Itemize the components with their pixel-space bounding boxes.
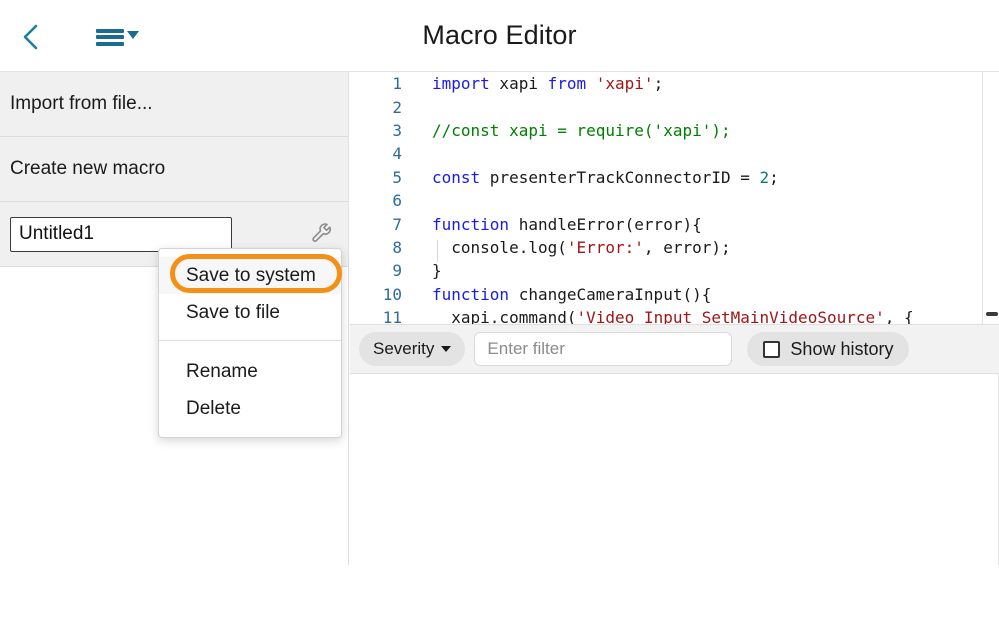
severity-dropdown[interactable]: Severity [359, 332, 466, 366]
sidebar-item-label: Create new macro [10, 158, 166, 179]
line-number: 10 [382, 284, 402, 304]
code-text: function changeCameraInput(){ [432, 284, 712, 304]
macro-name-input[interactable] [10, 216, 232, 252]
filter-input[interactable] [474, 332, 733, 366]
code-text: console.log('Error:', error); [432, 237, 731, 257]
show-history-toggle[interactable]: Show history [747, 332, 910, 366]
sidebar-item-label: Import from file... [10, 93, 153, 114]
code-text: const presenterTrackConnectorID = 2; [432, 167, 779, 187]
code-line: 2 [350, 95, 982, 118]
code-line: 4 [350, 142, 982, 165]
code-text: xapi.command('Video Input SetMainVideoSo… [432, 308, 914, 325]
editor-right-divider [982, 72, 983, 325]
show-history-label: Show history [790, 338, 894, 359]
code-line: 10 function changeCameraInput(){ [350, 283, 982, 306]
checkbox-icon[interactable] [763, 340, 781, 358]
code-text: //const xapi = require('xapi'); [432, 120, 731, 140]
menu-divider [159, 340, 341, 341]
menu-item-rename[interactable]: Rename [159, 353, 341, 390]
log-filter-bar: Severity Show history [350, 324, 999, 374]
wrench-icon [312, 223, 331, 242]
menu-item-save-to-system[interactable]: Save to system [159, 257, 341, 294]
indent-guide [437, 240, 438, 262]
code-line: 9} [350, 259, 982, 282]
line-number: 8 [392, 237, 402, 257]
code-editor[interactable]: 1 import xapi from 'xapi'; 2 3 //const xapi … [350, 72, 982, 325]
code-line: 8 console.log('Error:', error); [350, 236, 982, 259]
sidebar-item-import-from-file[interactable]: Import from file... [0, 72, 348, 137]
code-text: } [432, 261, 442, 281]
code-line: 11 xapi.command('Video Input SetMainVide… [350, 306, 982, 325]
code-line: 5 const presenterTrackConnectorID = 2; [350, 166, 982, 189]
line-number: 6 [392, 191, 402, 211]
line-number: 4 [392, 144, 402, 164]
menu-item-save-to-file[interactable]: Save to file [159, 294, 341, 331]
severity-label: Severity [373, 339, 435, 358]
line-number: 5 [392, 167, 402, 187]
line-number: 9 [392, 261, 402, 281]
line-number: 1 [392, 74, 402, 94]
menu-item-label: Save to system [186, 264, 316, 286]
code-text: import xapi from 'xapi'; [432, 74, 664, 94]
line-number: 11 [382, 308, 402, 325]
code-text: function handleError(error){ [432, 214, 702, 234]
editor-scrollbar[interactable] [986, 312, 998, 316]
line-number: 3 [392, 120, 402, 140]
sidebar-item-create-new-macro[interactable]: Create new macro [0, 137, 348, 202]
menu-item-label: Delete [186, 397, 241, 419]
code-line: 1 import xapi from 'xapi'; [350, 72, 982, 95]
menu-item-label: Save to file [186, 301, 280, 323]
code-line: 3 //const xapi = require('xapi'); [350, 119, 982, 142]
line-number: 2 [392, 97, 402, 117]
page-title: Macro Editor [422, 20, 577, 50]
code-lines: 1 import xapi from 'xapi'; 2 3 //const xapi … [350, 72, 982, 325]
macro-context-menu: Save to system Save to file Rename Delet… [158, 248, 342, 438]
menu-item-label: Rename [186, 360, 258, 382]
line-number: 7 [392, 214, 402, 234]
log-output-area [350, 374, 999, 565]
code-line: 7 function handleError(error){ [350, 212, 982, 235]
chevron-down-icon [441, 346, 452, 352]
app-header: Macro Editor [0, 0, 999, 72]
code-line: 6 [350, 189, 982, 212]
macro-editor-app: Macro Editor Import from file... Create … [0, 0, 999, 630]
macro-settings-button[interactable] [308, 220, 336, 248]
menu-item-delete[interactable]: Delete [159, 390, 341, 427]
